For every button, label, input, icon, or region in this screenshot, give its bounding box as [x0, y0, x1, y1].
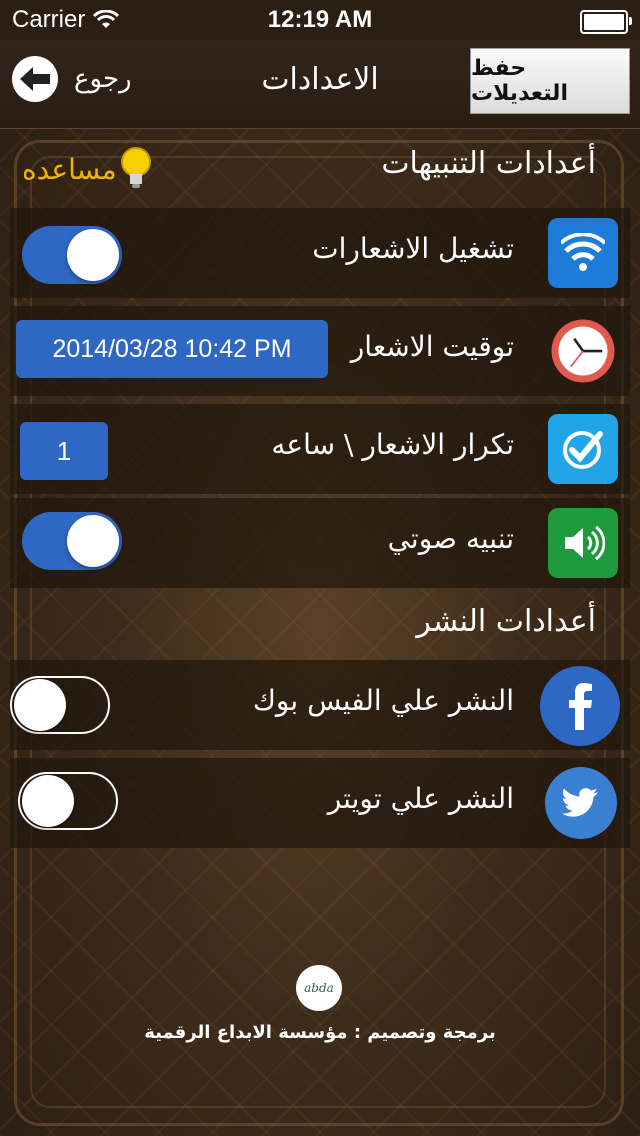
twitter-row: النشر علي تويتر — [10, 758, 630, 848]
repeat-row: تكرار الاشعار \ ساعه 1 — [10, 404, 630, 494]
speaker-icon — [548, 508, 618, 578]
toggle-knob — [14, 679, 66, 731]
sound-label: تنبيه صوتي — [387, 522, 514, 555]
facebook-label: النشر علي الفيس بوك — [252, 684, 514, 717]
facebook-icon — [540, 666, 620, 746]
repeat-label: تكرار الاشعار \ ساعه — [271, 428, 514, 461]
notifications-label: تشغيل الاشعارات — [312, 232, 514, 265]
facebook-row: النشر علي الفيس بوك — [10, 660, 630, 750]
twitter-label: النشر علي تويتر — [327, 782, 514, 815]
checkmark-icon — [548, 414, 618, 484]
footer-credit: برمجة وتصميم : مؤسسة الابداع الرقمية — [144, 1022, 496, 1043]
nav-bar: رجوع الاعدادات حفظ التعديلات — [0, 40, 640, 129]
sound-toggle[interactable] — [22, 512, 122, 570]
repeat-hours-field[interactable]: 1 — [20, 422, 108, 480]
save-changes-button[interactable]: حفظ التعديلات — [470, 48, 630, 114]
notifications-toggle[interactable] — [22, 226, 122, 284]
battery-icon — [580, 10, 632, 34]
twitter-toggle[interactable] — [18, 772, 118, 830]
toggle-knob — [22, 775, 74, 827]
notification-date-field[interactable]: 2014/03/28 10:42 PM — [16, 320, 328, 378]
abdaa-logo: abda — [296, 965, 342, 1011]
wifi-icon — [548, 218, 618, 288]
alerts-section-title: أعدادات التنبيهات — [381, 146, 596, 181]
notification-time-label: توقيت الاشعار — [350, 330, 514, 363]
facebook-toggle[interactable] — [10, 676, 110, 734]
twitter-icon — [544, 766, 618, 840]
lightbulb-icon — [120, 147, 151, 188]
clock-icon — [548, 316, 618, 386]
notifications-row: تشغيل الاشعارات — [10, 208, 630, 298]
toggle-knob — [67, 515, 119, 567]
sound-row: تنبيه صوتي — [10, 498, 630, 588]
notification-time-row: توقيت الاشعار 2014/03/28 10:42 PM — [10, 306, 630, 396]
help-button[interactable]: مساعده — [22, 146, 153, 192]
publish-section-title: أعدادات النشر — [416, 604, 596, 639]
help-label: مساعده — [22, 152, 117, 186]
toggle-knob — [67, 229, 119, 281]
status-bar: Carrier 12:19 AM — [0, 0, 640, 40]
status-time: 12:19 AM — [267, 6, 373, 33]
